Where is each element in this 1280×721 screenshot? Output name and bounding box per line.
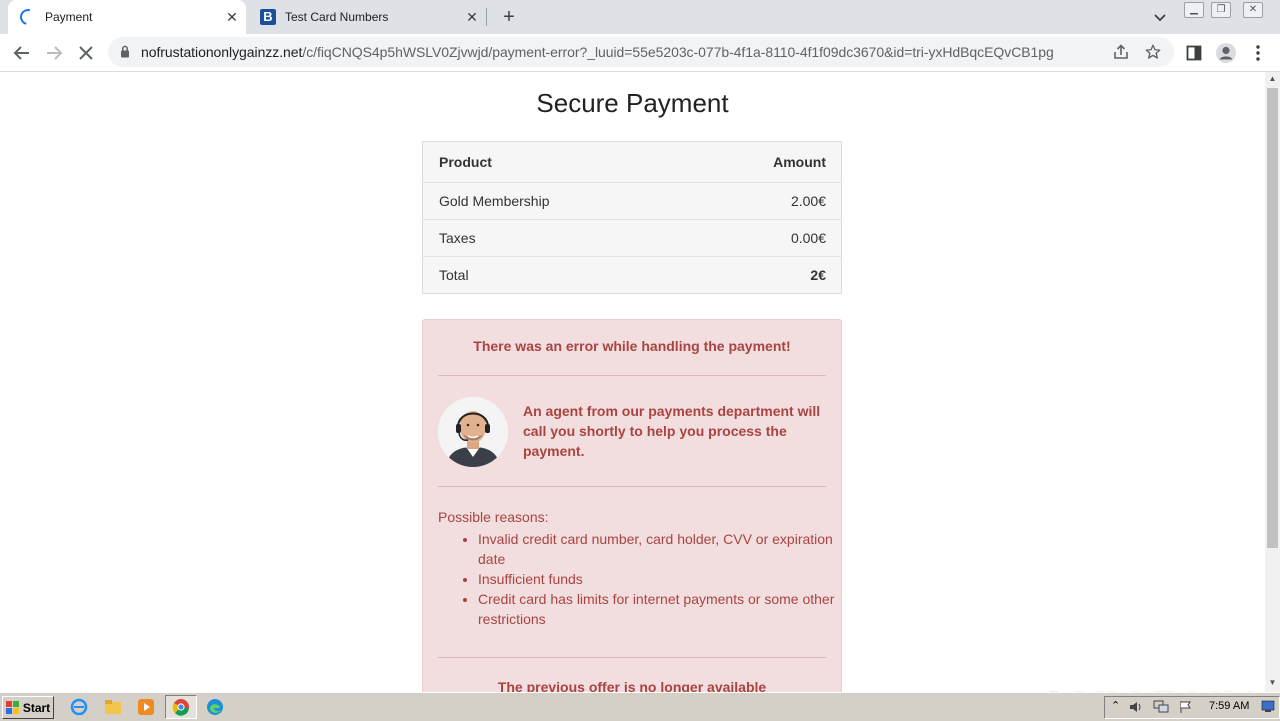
close-tab-icon[interactable]: ✕ (464, 9, 480, 25)
volume-icon[interactable] (1129, 700, 1143, 714)
close-tab-icon[interactable]: ✕ (224, 9, 240, 25)
scroll-down-arrow-icon[interactable]: ▼ (1265, 676, 1280, 690)
avatar-icon (1216, 43, 1236, 63)
offer-unavailable-message: The previous offer is no longer availabl… (497, 679, 767, 692)
close-window-button[interactable]: ✕ (1243, 2, 1263, 18)
reasons-heading: Possible reasons: (438, 509, 549, 525)
error-title: There was an error while handling the pa… (473, 338, 791, 354)
chrome-taskbar-button[interactable] (165, 695, 197, 719)
page-title: Secure Payment (536, 88, 729, 118)
divider (438, 657, 826, 658)
table-header-row: Product Amount (423, 142, 841, 182)
order-summary-table: Product Amount Gold Membership 2.00€ Tax… (422, 141, 842, 294)
tab-title: Payment (45, 10, 93, 24)
url-path: /c/fiqCNQS4p5hWSLV0Zjvwjd/payment-error?… (302, 44, 1054, 60)
agent-callback-message: An agent from our payments department wi… (523, 403, 821, 459)
page-viewport: Secure Payment Product Amount Gold Membe… (0, 72, 1265, 692)
forward-button[interactable] (42, 41, 66, 65)
chevron-down-icon[interactable] (1152, 9, 1168, 25)
tab-strip: Payment ✕ B Test Card Numbers ✕ + ▁ ❐ ✕ (0, 0, 1280, 34)
file-explorer-icon[interactable] (104, 698, 122, 716)
clock: 7:59 AM (1209, 700, 1250, 712)
tab-divider (486, 8, 487, 26)
product-header: Product (439, 154, 492, 170)
menu-button[interactable] (1246, 41, 1270, 65)
share-icon[interactable] (1112, 43, 1130, 61)
browser-toolbar: nofrustationonlygainzz.net/c/fiqCNQS4p5h… (0, 34, 1280, 72)
address-bar[interactable]: nofrustationonlygainzz.net/c/fiqCNQS4p5h… (108, 37, 1174, 67)
arrow-left-icon (13, 46, 29, 60)
url-text[interactable]: nofrustationonlygainzz.net/c/fiqCNQS4p5h… (141, 44, 1054, 60)
tab-payment[interactable]: Payment ✕ (8, 0, 246, 34)
kebab-menu-icon (1256, 45, 1260, 61)
vertical-scrollbar[interactable]: ▲ ▼ (1265, 72, 1280, 692)
table-row: Taxes 0.00€ (423, 219, 841, 256)
new-tab-button[interactable]: + (498, 6, 520, 28)
side-panel-button[interactable] (1182, 41, 1206, 65)
close-icon (79, 46, 93, 60)
b-letter-icon: B (260, 9, 276, 25)
stop-loading-button[interactable] (74, 41, 98, 65)
product-amount: 2.00€ (790, 193, 826, 209)
tab-test-card-numbers[interactable]: B Test Card Numbers ✕ (248, 0, 486, 34)
windows-logo-icon (5, 700, 19, 714)
show-hidden-icons-icon[interactable]: ⌃ (1111, 699, 1120, 712)
url-host: nofrustationonlygainzz.net (141, 44, 303, 60)
table-row: Gold Membership 2.00€ (423, 182, 841, 219)
internet-explorer-icon[interactable] (70, 698, 88, 716)
list-item: Insufficient funds (478, 569, 858, 589)
network-icon[interactable] (1153, 700, 1169, 714)
anyrun-watermark: ANY RUN (1036, 680, 1257, 692)
product-name: Taxes (439, 230, 476, 246)
loading-spinner-icon (17, 6, 39, 28)
back-button[interactable] (10, 41, 34, 65)
list-item: Credit card has limits for internet paym… (478, 589, 858, 629)
profile-button[interactable] (1214, 41, 1238, 65)
divider (438, 486, 826, 487)
arrow-right-icon (47, 46, 63, 60)
product-name: Gold Membership (439, 193, 550, 209)
table-row-total: Total 2€ (423, 256, 841, 293)
support-agent-image (438, 397, 508, 467)
amount-header: Amount (773, 154, 826, 170)
chrome-icon (172, 699, 189, 716)
flag-icon[interactable] (1179, 700, 1193, 714)
reasons-list: Invalid credit card number, card holder,… (438, 529, 858, 629)
divider (438, 375, 826, 376)
side-panel-icon (1186, 45, 1202, 61)
system-tray: ⌃ 7:59 AM (1104, 696, 1280, 719)
tab-title: Test Card Numbers (285, 10, 389, 24)
show-desktop-icon[interactable] (1261, 700, 1275, 713)
edge-icon[interactable] (206, 698, 224, 716)
star-icon[interactable] (1144, 43, 1162, 61)
minimize-button[interactable]: ▁ (1184, 2, 1204, 18)
start-button[interactable]: Start (2, 696, 54, 719)
windows-taskbar: Start ⌃ 7:59 AM (0, 692, 1280, 721)
restore-button[interactable]: ❐ (1211, 2, 1231, 18)
lock-icon[interactable] (120, 45, 130, 58)
scroll-up-arrow-icon[interactable]: ▲ (1265, 72, 1280, 86)
media-player-icon[interactable] (137, 698, 155, 716)
product-name: Total (439, 267, 469, 283)
start-label: Start (22, 700, 51, 715)
product-amount: 0.00€ (790, 230, 826, 246)
total-amount: 2€ (810, 267, 826, 283)
scrollbar-thumb[interactable] (1267, 88, 1278, 548)
agent-avatar (438, 397, 508, 467)
list-item: Invalid credit card number, card holder,… (478, 529, 858, 569)
payment-error-alert: There was an error while handling the pa… (422, 319, 842, 692)
